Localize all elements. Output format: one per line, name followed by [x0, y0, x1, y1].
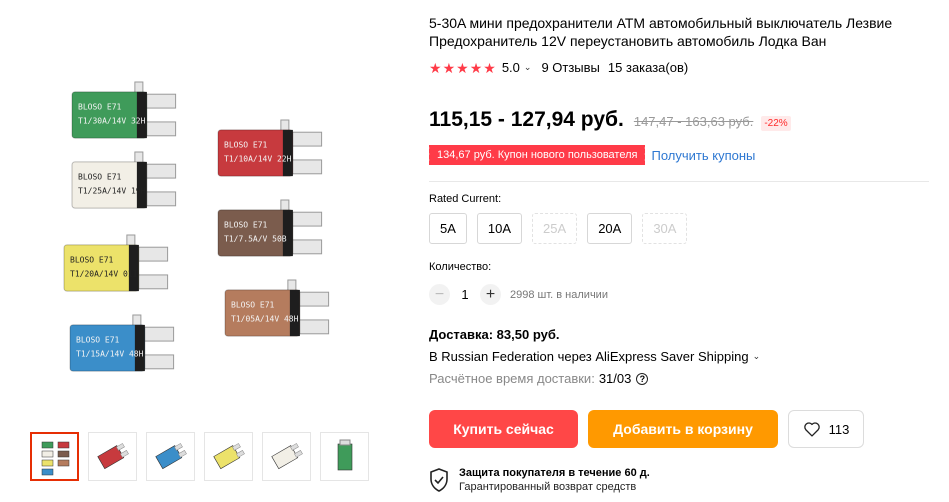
- fuse-label: BLOSO E71: [78, 102, 122, 111]
- stock-count: 2998 шт. в наличии: [510, 288, 608, 301]
- thumbnail-5[interactable]: [262, 432, 311, 481]
- eta-value: 31/03: [598, 371, 632, 386]
- fuse-image: BLOSO E71 T1/05A/14V 48H: [224, 279, 330, 337]
- star-icon: ★: [442, 59, 456, 76]
- fuse-label: T1/25A/14V 19H: [78, 186, 146, 195]
- wishlist-button[interactable]: 113: [788, 410, 864, 448]
- fuse-label: BLOSO E71: [70, 255, 114, 264]
- thumbnail-strip: [30, 432, 369, 481]
- quantity-value[interactable]: 1: [450, 287, 480, 302]
- quantity-label: Количество:: [429, 261, 492, 273]
- thumbnail-image: [337, 439, 352, 470]
- price-row: 115,15 - 127,94 руб. 147,47 - 163,63 руб…: [429, 108, 791, 132]
- fuse-image: BLOSO E71 T1/30A/14V 32H: [71, 81, 177, 139]
- fuse-label: T1/15A/14V 48H: [76, 349, 144, 358]
- heart-icon: [803, 422, 820, 437]
- delivery-eta: Расчётное время доставки: 31/03 ?: [429, 371, 649, 386]
- thumbnail-image: [212, 442, 245, 469]
- option-30a[interactable]: 30A: [642, 213, 688, 244]
- fuse-item: BLOSO E71 T1/20A/14V 01I: [63, 234, 200, 301]
- star-icon: ★: [429, 59, 442, 76]
- shield-check-icon: [430, 468, 448, 492]
- quantity-decrease-button[interactable]: −: [429, 284, 450, 305]
- divider: [429, 181, 929, 182]
- product-title: 5-30A мини предохранители ATM автомобиль…: [429, 15, 893, 49]
- old-price: 147,47 - 163,63 руб.: [633, 114, 754, 129]
- protection-title: Защита покупателя в течение 60 д.: [459, 467, 650, 479]
- rating-value[interactable]: 5.0: [502, 60, 520, 75]
- thumbnail-6[interactable]: [320, 432, 369, 481]
- price: 115,15 - 127,94 руб.: [429, 108, 624, 131]
- rated-current-label: Rated Current:: [429, 193, 502, 205]
- thumbnail-image: [41, 441, 69, 475]
- fuse-image: BLOSO E71 T1/10A/14V 22H: [217, 119, 323, 177]
- option-5a[interactable]: 5A: [429, 213, 467, 244]
- fuse-label: T1/05A/14V 48H: [231, 314, 299, 323]
- fuse-item: BLOSO E71 T1/10A/14V 22H: [217, 119, 354, 186]
- quantity-increase-button[interactable]: +: [480, 284, 501, 305]
- fuse-label: BLOSO E71: [224, 140, 268, 149]
- thumbnail-image: [270, 442, 303, 469]
- thumbnail-image: [154, 442, 187, 469]
- chevron-down-icon[interactable]: ⌄: [753, 351, 761, 362]
- new-user-coupon[interactable]: 134,67 руб. Купон нового пользователя: [426, 145, 646, 165]
- rating-stars: ★ ★ ★ ★ ★: [429, 61, 496, 75]
- fuse-label: BLOSO E71: [76, 335, 120, 344]
- option-10a[interactable]: 10A: [476, 213, 523, 244]
- thumbnail-1[interactable]: [30, 432, 79, 481]
- buyer-protection: Защита покупателя в течение 60 д. Гарант…: [429, 466, 650, 494]
- get-coupons-link[interactable]: Получить купоны: [651, 148, 755, 163]
- thumbnail-2[interactable]: [88, 432, 137, 481]
- fuse-item: BLOSO E71 T1/30A/14V 32H: [71, 81, 208, 148]
- fuse-label: T1/7.5A/V 50B: [224, 234, 287, 243]
- product-gallery: BLOSO E71 T1/30A/14V 32H BLOSO E71 T1/25A/1…: [0, 0, 410, 502]
- wishlist-count: 113: [828, 421, 850, 437]
- orders-count: 15 заказа(ов): [607, 60, 689, 75]
- fuse-label: T1/30A/14V 32H: [78, 116, 146, 125]
- help-icon[interactable]: ?: [636, 372, 649, 385]
- fuse-item: BLOSO E71 T1/05A/14V 48H: [224, 279, 361, 346]
- shipping-price: Доставка: 83,50 руб.: [429, 327, 560, 342]
- fuse-label: BLOSO E71: [231, 300, 275, 309]
- fuse-item: BLOSO E71 T1/15A/14V 48H: [69, 314, 206, 381]
- star-icon: ★: [483, 59, 496, 76]
- buy-now-button[interactable]: Купить сейчас: [429, 410, 578, 448]
- protection-subtitle: Гарантированный возврат средств: [459, 481, 637, 493]
- discount-badge: -22%: [761, 116, 791, 131]
- fuse-image: BLOSO E71 T1/15A/14V 48H: [69, 314, 175, 372]
- fuse-item: BLOSO E71 T1/25A/14V 19H: [71, 151, 208, 218]
- thumbnail-4[interactable]: [204, 432, 253, 481]
- thumbnail-3[interactable]: [146, 432, 195, 481]
- fuse-label: T1/20A/14V 01I: [70, 269, 138, 278]
- chevron-down-icon[interactable]: ⌄: [524, 62, 532, 73]
- fuse-image: BLOSO E71 T1/20A/14V 01I: [63, 234, 169, 292]
- star-icon: ★: [456, 59, 469, 76]
- eta-label: Расчётное время доставки:: [429, 371, 595, 386]
- coupon-row: 134,67 руб. Купон нового пользователя По…: [426, 145, 755, 165]
- main-product-image[interactable]: BLOSO E71 T1/30A/14V 32H BLOSO E71 T1/25A/1…: [20, 0, 410, 420]
- add-to-cart-button[interactable]: Добавить в корзину: [588, 410, 778, 448]
- reviews-link[interactable]: 9 Отзывы: [541, 60, 599, 75]
- fuse-label: BLOSO E71: [224, 220, 268, 229]
- fuse-image: BLOSO E71 T1/25A/14V 19H: [71, 151, 177, 209]
- rated-current-options: 5A 10A 25A 20A 30A: [429, 213, 688, 244]
- shipping-method[interactable]: В Russian Federation через AliExpress Sa…: [429, 349, 770, 364]
- option-25a[interactable]: 25A: [532, 213, 578, 244]
- fuse-item: BLOSO E71 T1/7.5A/V 50B: [217, 199, 354, 266]
- star-icon: ★: [469, 59, 483, 76]
- fuse-label: T1/10A/14V 22H: [224, 154, 292, 163]
- fuse-image: BLOSO E71 T1/7.5A/V 50B: [217, 199, 323, 257]
- option-20a[interactable]: 20A: [587, 213, 633, 244]
- fuse-label: BLOSO E71: [78, 172, 122, 181]
- quantity-stepper: − 1 + 2998 шт. в наличии: [429, 284, 608, 305]
- rating-row: ★ ★ ★ ★ ★ 5.0 ⌄ 9 Отзывы 15 заказа(ов): [429, 60, 688, 75]
- shipping-method-text[interactable]: В Russian Federation через AliExpress Sa…: [429, 349, 749, 364]
- action-buttons: Купить сейчас Добавить в корзину 113: [429, 410, 864, 448]
- thumbnail-image: [96, 442, 129, 469]
